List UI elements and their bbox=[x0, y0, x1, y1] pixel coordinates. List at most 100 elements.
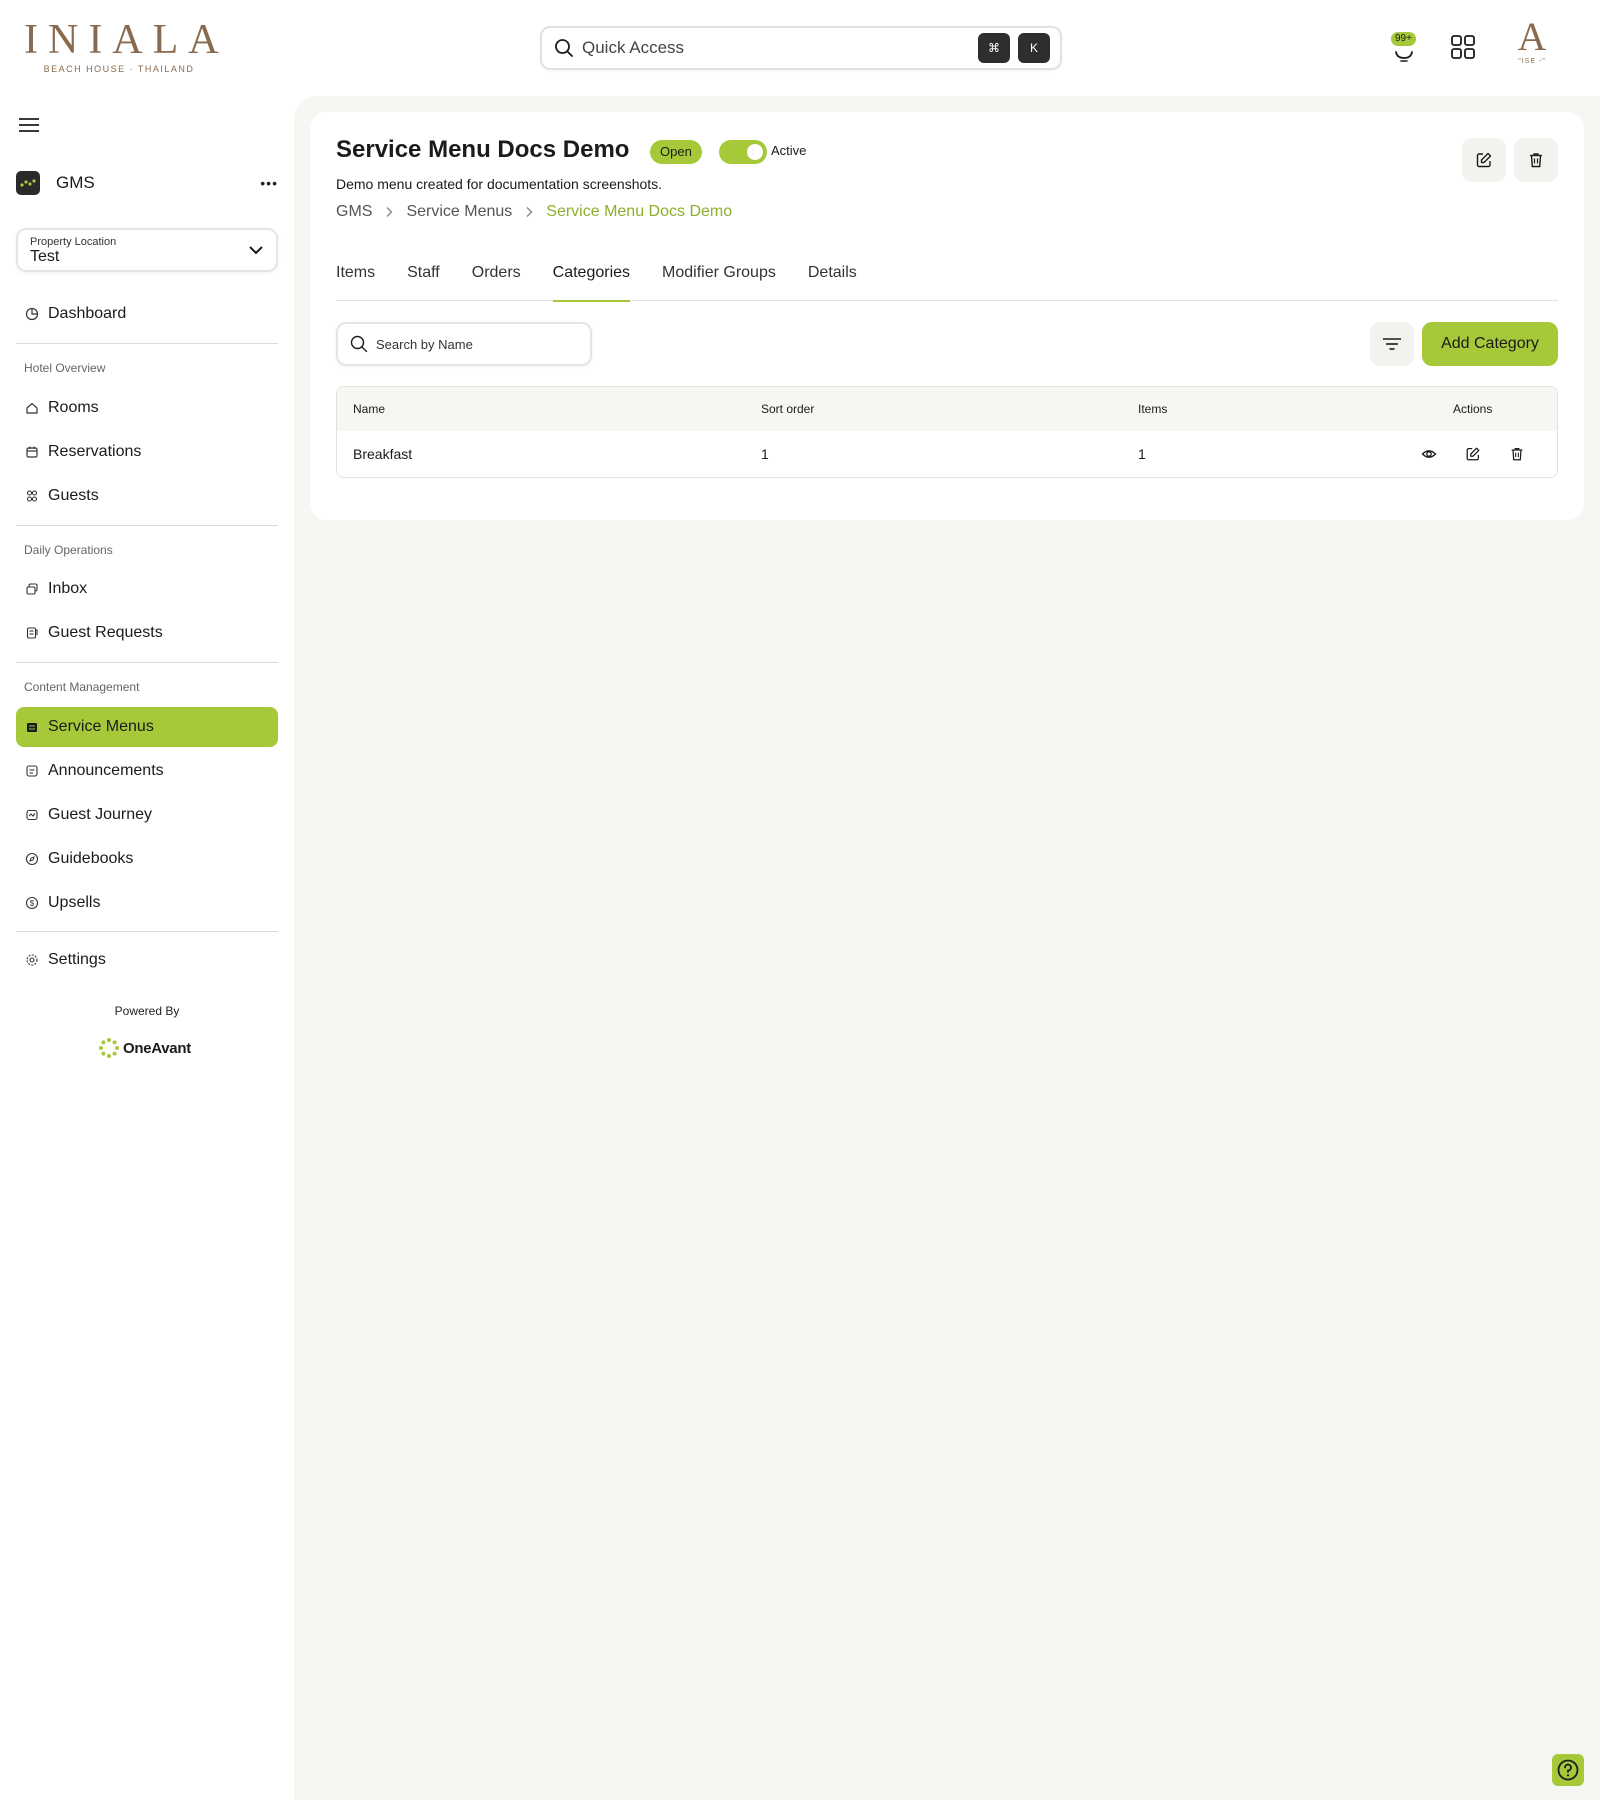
chevron-right-icon bbox=[384, 206, 394, 218]
sidebar-item-settings[interactable]: Settings bbox=[16, 940, 278, 980]
tab-modifier-groups[interactable]: Modifier Groups bbox=[662, 256, 776, 301]
view-button[interactable] bbox=[1415, 440, 1443, 468]
status-badge: Open bbox=[650, 140, 702, 164]
sidebar-item-rooms[interactable]: Rooms bbox=[16, 388, 278, 428]
clipboard-icon bbox=[24, 625, 40, 641]
column-header-sort-order: Sort order bbox=[761, 402, 815, 416]
k-key: K bbox=[1018, 33, 1050, 63]
more-icon[interactable]: ••• bbox=[260, 175, 278, 191]
column-header-name: Name bbox=[353, 402, 386, 416]
top-bar: INIALA BEACH HOUSE · THAILAND Quick Acce… bbox=[0, 0, 1600, 96]
divider bbox=[16, 343, 278, 344]
table-row[interactable]: Breakfast 1 1 bbox=[337, 431, 1557, 477]
grid-icon bbox=[1451, 35, 1475, 59]
page-title: Service Menu Docs Demo bbox=[336, 136, 630, 163]
account-avatar[interactable]: A "ISE -" bbox=[1506, 16, 1558, 72]
breadcrumb-item-service-menus[interactable]: Service Menus bbox=[406, 203, 512, 221]
sidebar-item-service-menus[interactable]: Service Menus bbox=[16, 707, 278, 747]
app-switcher[interactable]: GMS ••• bbox=[16, 168, 278, 198]
edit-button[interactable] bbox=[1459, 440, 1487, 468]
sidebar-item-guests[interactable]: Guests bbox=[16, 476, 278, 516]
tab-details[interactable]: Details bbox=[808, 256, 857, 301]
search-input[interactable] bbox=[376, 336, 566, 352]
svg-text:$: $ bbox=[30, 899, 35, 908]
compass-icon bbox=[24, 851, 40, 867]
apps-grid-button[interactable] bbox=[1450, 34, 1476, 60]
chat-icon bbox=[24, 581, 40, 597]
calendar-icon bbox=[24, 444, 40, 460]
sidebar-item-upsells[interactable]: $ Upsells bbox=[16, 883, 278, 923]
sidebar-item-label: Dashboard bbox=[48, 305, 127, 322]
section-title: Hotel Overview bbox=[24, 361, 106, 375]
account-logo-sub: "ISE -" bbox=[1518, 58, 1546, 65]
breadcrumb-item-current: Service Menu Docs Demo bbox=[546, 203, 733, 220]
tab-orders[interactable]: Orders bbox=[472, 256, 521, 301]
tab-items[interactable]: Items bbox=[336, 256, 375, 301]
property-location-label: Property Location bbox=[30, 236, 117, 248]
sidebar-item-label: Guest Journey bbox=[48, 806, 153, 823]
help-button[interactable] bbox=[1552, 1754, 1584, 1786]
tab-categories[interactable]: Categories bbox=[552, 256, 631, 302]
powered-by-label: Powered By bbox=[114, 1004, 180, 1018]
add-category-button[interactable]: Add Category bbox=[1422, 322, 1558, 366]
sidebar-item-guidebooks[interactable]: Guidebooks bbox=[16, 839, 278, 879]
journey-icon bbox=[24, 807, 40, 823]
sidebar-item-guest-journey[interactable]: Guest Journey bbox=[16, 795, 278, 835]
gms-logo-icon bbox=[16, 171, 40, 195]
menu-book-icon bbox=[24, 719, 40, 735]
section-title: Content Management bbox=[24, 680, 140, 694]
property-location-value: Test bbox=[30, 248, 60, 265]
eye-icon bbox=[1421, 450, 1437, 458]
sidebar: GMS ••• Property Location Test Dashboard… bbox=[0, 96, 294, 1800]
dollar-circle-icon: $ bbox=[24, 895, 40, 911]
home-icon bbox=[24, 400, 40, 416]
edit-menu-button[interactable] bbox=[1462, 138, 1506, 182]
sidebar-item-dashboard[interactable]: Dashboard bbox=[16, 294, 278, 334]
oneavant-logo-icon bbox=[99, 1038, 119, 1058]
category-sort-order: 1 bbox=[761, 446, 769, 462]
quick-access-search[interactable]: Quick Access ⌘ K bbox=[540, 26, 1062, 70]
toggle-knob bbox=[747, 144, 763, 160]
pie-chart-icon bbox=[24, 306, 40, 322]
breadcrumb-item-gms[interactable]: GMS bbox=[336, 203, 372, 221]
sidebar-item-label: Guidebooks bbox=[48, 850, 134, 867]
category-search[interactable] bbox=[336, 322, 592, 366]
active-toggle[interactable] bbox=[719, 140, 767, 164]
tab-staff[interactable]: Staff bbox=[407, 256, 440, 301]
page-description: Demo menu created for documentation scre… bbox=[336, 176, 663, 192]
sidebar-item-label: Service Menus bbox=[48, 718, 154, 735]
sidebar-item-label: Reservations bbox=[48, 443, 142, 460]
brand-subtitle: BEACH HOUSE · THAILAND bbox=[43, 64, 195, 74]
divider bbox=[16, 931, 278, 932]
sidebar-item-label: Inbox bbox=[48, 580, 88, 597]
sidebar-item-reservations[interactable]: Reservations bbox=[16, 432, 278, 472]
menu-toggle-button[interactable] bbox=[18, 116, 40, 134]
sidebar-item-announcements[interactable]: Announcements bbox=[16, 751, 278, 791]
row-actions bbox=[1415, 431, 1531, 477]
category-items-count: 1 bbox=[1138, 446, 1146, 462]
delete-button[interactable] bbox=[1503, 440, 1531, 468]
oneavant-brand-name: OneAvant bbox=[123, 1039, 191, 1057]
edit-icon bbox=[1476, 152, 1492, 168]
quick-access-label: Quick Access bbox=[582, 38, 685, 57]
sidebar-item-label: Guest Requests bbox=[48, 624, 163, 641]
app-name: GMS bbox=[56, 173, 95, 192]
filter-button[interactable] bbox=[1370, 322, 1414, 366]
sidebar-item-label: Guests bbox=[48, 487, 99, 504]
users-icon bbox=[24, 488, 40, 504]
sidebar-item-label: Rooms bbox=[48, 399, 99, 416]
notifications-button[interactable]: 99+ bbox=[1388, 32, 1420, 64]
announcement-icon bbox=[24, 763, 40, 779]
delete-menu-button[interactable] bbox=[1514, 138, 1558, 182]
chevron-down-icon bbox=[249, 246, 263, 255]
chevron-right-icon bbox=[524, 206, 534, 218]
sidebar-item-guest-requests[interactable]: Guest Requests bbox=[16, 613, 278, 653]
brand-logo[interactable]: INIALA BEACH HOUSE · THAILAND bbox=[16, 18, 222, 76]
property-location-select[interactable]: Property Location Test bbox=[16, 228, 278, 272]
sidebar-item-label: Upsells bbox=[48, 894, 101, 911]
oneavant-logo: OneAvant bbox=[98, 1036, 198, 1060]
divider bbox=[16, 662, 278, 663]
trash-icon bbox=[1530, 153, 1542, 168]
sidebar-item-inbox[interactable]: Inbox bbox=[16, 569, 278, 609]
help-icon bbox=[1557, 1759, 1579, 1781]
